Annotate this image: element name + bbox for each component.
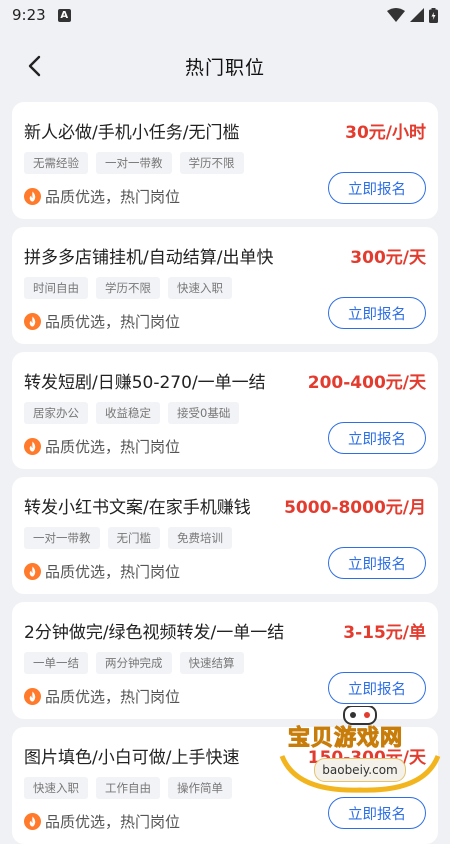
flame-icon: [24, 813, 41, 830]
job-tag: 免费培训: [168, 527, 232, 549]
battery-icon: [429, 7, 438, 23]
job-card[interactable]: 拼多多店铺挂机/自动结算/出单快 300元/天时间自由 学历不限 快速入职品质优选，热…: [12, 227, 438, 344]
job-tag: 一对一带教: [96, 152, 172, 174]
flame-icon: [24, 438, 41, 455]
job-tags: 快速入职 工作自由 操作简单: [24, 777, 232, 799]
quality-badge: 品质优选，热门岗位: [24, 186, 180, 207]
flame-icon: [24, 563, 41, 580]
quality-badge: 品质优选，热门岗位: [24, 311, 180, 332]
job-salary: 300元/天: [350, 248, 426, 268]
wifi-icon: [387, 8, 405, 22]
job-title: 转发小红书文案/在家手机赚钱: [24, 498, 251, 518]
job-tag: 学历不限: [179, 152, 244, 174]
job-tag: 一对一带教: [24, 527, 100, 549]
signal-icon: [410, 8, 424, 22]
quality-badge: 品质优选，热门岗位: [24, 811, 180, 832]
quality-text: 品质优选，热门岗位: [45, 438, 181, 456]
apply-button[interactable]: 立即报名: [328, 672, 426, 704]
job-card[interactable]: 转发短剧/日赚50-270/一单一结 200-400元/天居家办公 收益稳定 接受0基…: [12, 352, 438, 469]
job-title: 图片填色/小白可做/上手快速: [24, 748, 240, 768]
job-tag: 居家办公: [24, 402, 88, 424]
job-salary: 3-15元/单: [343, 623, 426, 643]
status-time: 9:23: [12, 6, 46, 24]
job-title: 转发短剧/日赚50-270/一单一结: [24, 373, 266, 393]
job-tag: 接受0基础: [168, 402, 240, 424]
job-tags: 居家办公 收益稳定 接受0基础: [24, 402, 240, 424]
quality-badge: 品质优选，热门岗位: [24, 561, 180, 582]
quality-badge: 品质优选，热门岗位: [24, 686, 180, 707]
job-tag: 工作自由: [96, 777, 160, 799]
job-tag: 无需经验: [24, 152, 88, 174]
job-title: 2分钟做完/绿色视频转发/一单一结: [24, 623, 285, 643]
job-tag: 快速入职: [168, 277, 232, 299]
job-salary: 150-300元/天: [307, 748, 426, 768]
page-title: 热门职位: [184, 56, 265, 79]
flame-icon: [24, 313, 41, 330]
job-tag: 学历不限: [96, 277, 160, 299]
job-salary: 200-400元/天: [307, 373, 426, 393]
job-title: 新人必做/手机小任务/无门槛: [24, 123, 240, 143]
quality-text: 品质优选，热门岗位: [45, 813, 181, 831]
flame-icon: [24, 188, 41, 205]
quality-badge: 品质优选，热门岗位: [24, 436, 180, 457]
quality-text: 品质优选，热门岗位: [45, 313, 181, 331]
job-tags: 一单一结 两分钟完成 快速结算: [24, 652, 244, 674]
quality-text: 品质优选，热门岗位: [45, 688, 181, 706]
job-card[interactable]: 转发小红书文案/在家手机赚钱 5000-8000元/月一对一带教 无门槛 免费培训品质…: [12, 477, 438, 594]
job-tag: 一单一结: [24, 652, 88, 674]
apply-button[interactable]: 立即报名: [328, 297, 426, 329]
flame-icon: [24, 688, 41, 705]
chevron-left-icon: [28, 55, 41, 77]
apply-button[interactable]: 立即报名: [328, 797, 426, 829]
job-tags: 无需经验 一对一带教 学历不限: [24, 152, 244, 174]
job-card[interactable]: 图片填色/小白可做/上手快速 150-300元/天快速入职 工作自由 操作简单品质优选…: [12, 727, 438, 844]
quality-text: 品质优选，热门岗位: [45, 563, 181, 581]
job-card[interactable]: 新人必做/手机小任务/无门槛 30元/小时无需经验 一对一带教 学历不限品质优选，热门…: [12, 102, 438, 219]
job-salary: 5000-8000元/月: [284, 498, 426, 518]
job-tags: 时间自由 学历不限 快速入职: [24, 277, 232, 299]
job-tags: 一对一带教 无门槛 免费培训: [24, 527, 232, 549]
back-button[interactable]: [20, 52, 48, 80]
job-tag: 无门槛: [107, 527, 160, 549]
status-bar: 9:23 A: [0, 0, 450, 30]
job-tag: 收益稳定: [96, 402, 160, 424]
apply-button[interactable]: 立即报名: [328, 172, 426, 204]
job-card[interactable]: 2分钟做完/绿色视频转发/一单一结 3-15元/单一单一结 两分钟完成 快速结算品质优…: [12, 602, 438, 719]
job-tag: 两分钟完成: [96, 652, 172, 674]
job-tag: 快速入职: [24, 777, 88, 799]
apply-button[interactable]: 立即报名: [328, 547, 426, 579]
job-tag: 时间自由: [24, 277, 88, 299]
app-header: 热门职位: [0, 30, 450, 102]
job-salary: 30元/小时: [345, 123, 426, 143]
notification-icon: A: [57, 8, 71, 22]
job-tag: 快速结算: [179, 652, 244, 674]
job-title: 拼多多店铺挂机/自动结算/出单快: [24, 248, 274, 268]
job-tag: 操作简单: [168, 777, 232, 799]
quality-text: 品质优选，热门岗位: [45, 188, 181, 206]
job-list: 新人必做/手机小任务/无门槛 30元/小时 无需经验 一对一带教 学历不限 品质优选，热门…: [0, 102, 450, 844]
apply-button[interactable]: 立即报名: [328, 422, 426, 454]
